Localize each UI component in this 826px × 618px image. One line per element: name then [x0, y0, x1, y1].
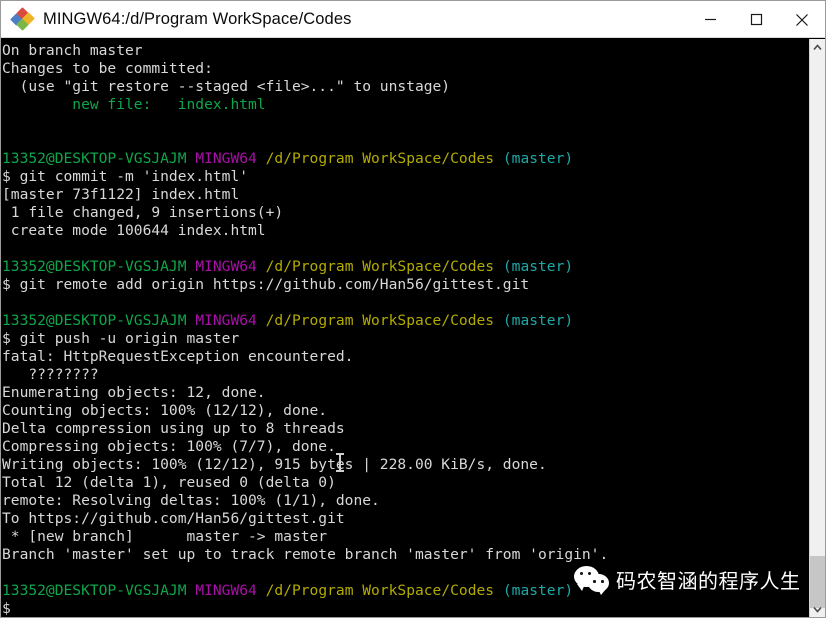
- terminal-text-segment: 1 file changed, 9 insertions(+): [2, 204, 284, 221]
- terminal-line: 13352@DESKTOP-VGSJAJM MINGW64 /d/Program…: [2, 312, 811, 330]
- terminal-line: $: [2, 600, 811, 617]
- terminal-line: 13352@DESKTOP-VGSJAJM MINGW64 /d/Program…: [2, 582, 811, 600]
- terminal-line: (use "git restore --staged <file>..." to…: [2, 78, 811, 96]
- terminal-line: 1 file changed, 9 insertions(+): [2, 204, 811, 222]
- terminal-text-segment: $ git commit -m 'index.html': [2, 168, 249, 185]
- terminal-text-segment: (master): [502, 582, 574, 599]
- terminal-text-segment: Changes to be committed:: [2, 60, 213, 77]
- terminal-text-segment: Enumerating objects: 12, done.: [2, 384, 266, 401]
- terminal-text-segment: /d/Program WorkSpace/Codes: [265, 150, 495, 167]
- maximize-icon[interactable]: [733, 1, 779, 38]
- terminal-text-segment: $ git remote add origin https://github.c…: [2, 276, 530, 293]
- terminal-lines: On branch master Changes to be committed:…: [2, 42, 811, 617]
- terminal-line: remote: Resolving deltas: 100% (1/1), do…: [2, 492, 811, 510]
- terminal-line: To https://github.com/Han56/gittest.git: [2, 510, 811, 528]
- terminal-text-segment: 13352@DESKTOP-VGSJAJM: [2, 312, 187, 329]
- terminal-text-segment: MINGW64: [195, 582, 257, 599]
- terminal-line: Branch 'master' set up to track remote b…: [2, 546, 811, 564]
- terminal-text-segment: $ git push -u origin master: [2, 330, 240, 347]
- scrollbar-track[interactable]: [810, 56, 825, 608]
- terminal-text-segment: $: [2, 600, 11, 617]
- terminal-text-segment: * [new branch] master -> master: [2, 528, 328, 545]
- terminal-window: MINGW64:/d/Program WorkSpace/Codes On br…: [0, 0, 826, 618]
- terminal-text-segment: Branch 'master' set up to track remote b…: [2, 546, 609, 563]
- git-bash-diamonds-icon: [10, 7, 35, 31]
- terminal-text-segment: ????????: [2, 366, 99, 383]
- terminal-text-segment: Delta compression using up to 8 threads: [2, 420, 345, 437]
- terminal-text-segment: (master): [502, 258, 574, 275]
- terminal-text-segment: Compressing objects: 100% (7/7), done.: [2, 438, 336, 455]
- terminal-text-segment: [master 73f1122] index.html: [2, 186, 240, 203]
- terminal-text-segment: (master): [502, 312, 574, 329]
- terminal-text-segment: /d/Program WorkSpace/Codes: [265, 582, 495, 599]
- terminal-text-segment: 13352@DESKTOP-VGSJAJM: [2, 582, 187, 599]
- terminal-line: Writing objects: 100% (12/12), 915 bytes…: [2, 456, 811, 474]
- window-title: MINGW64:/d/Program WorkSpace/Codes: [43, 9, 352, 28]
- vertical-scrollbar[interactable]: [809, 39, 825, 617]
- terminal-line: $ git commit -m 'index.html': [2, 168, 811, 186]
- chevron-up-icon[interactable]: [810, 39, 825, 56]
- terminal-text-segment: 13352@DESKTOP-VGSJAJM: [2, 150, 187, 167]
- terminal-line: 13352@DESKTOP-VGSJAJM MINGW64 /d/Program…: [2, 258, 811, 276]
- terminal-text-segment: create mode 100644 index.html: [2, 222, 266, 239]
- terminal-text-segment: MINGW64: [195, 312, 257, 329]
- terminal-line: Compressing objects: 100% (7/7), done.: [2, 438, 811, 456]
- terminal-output-area[interactable]: On branch master Changes to be committed:…: [1, 39, 811, 617]
- terminal-text-segment: Total 12 (delta 1), reused 0 (delta 0): [2, 474, 336, 491]
- terminal-line: 13352@DESKTOP-VGSJAJM MINGW64 /d/Program…: [2, 150, 811, 168]
- terminal-text-segment: (master): [502, 150, 574, 167]
- terminal-text-segment: /d/Program WorkSpace/Codes: [265, 312, 495, 329]
- terminal-text-segment: To https://github.com/Han56/gittest.git: [2, 510, 345, 527]
- terminal-text-segment: MINGW64: [195, 150, 257, 167]
- terminal-line: Counting objects: 100% (12/12), done.: [2, 402, 811, 420]
- terminal-line: ????????: [2, 366, 811, 384]
- terminal-line: $ git push -u origin master: [2, 330, 811, 348]
- terminal-text-segment: Counting objects: 100% (12/12), done.: [2, 402, 328, 419]
- terminal-line: create mode 100644 index.html: [2, 222, 811, 240]
- terminal-text-segment: new file: index.html: [2, 96, 266, 113]
- terminal-line: On branch master: [2, 42, 811, 60]
- terminal-line: new file: index.html: [2, 96, 811, 114]
- terminal-text-segment: (use "git restore --staged <file>..." to…: [2, 78, 451, 95]
- text-cursor-icon: [336, 453, 344, 472]
- terminal-text-segment: Writing objects: 100% (12/12), 915 bytes…: [2, 456, 547, 473]
- terminal-line: * [new branch] master -> master: [2, 528, 811, 546]
- minimize-icon[interactable]: [687, 1, 733, 38]
- terminal-text-segment: 13352@DESKTOP-VGSJAJM: [2, 258, 187, 275]
- terminal-line: [master 73f1122] index.html: [2, 186, 811, 204]
- title-bar[interactable]: MINGW64:/d/Program WorkSpace/Codes: [1, 1, 825, 38]
- terminal-text-segment: fatal: HttpRequestException encountered.: [2, 348, 354, 365]
- terminal-line: Enumerating objects: 12, done.: [2, 384, 811, 402]
- terminal-line: fatal: HttpRequestException encountered.: [2, 348, 811, 366]
- terminal-text-segment: MINGW64: [195, 258, 257, 275]
- terminal-text-segment: /d/Program WorkSpace/Codes: [265, 258, 495, 275]
- terminal-text-segment: On branch master: [2, 42, 143, 59]
- terminal-line: Delta compression using up to 8 threads: [2, 420, 811, 438]
- terminal-line: Changes to be committed:: [2, 60, 811, 78]
- close-icon[interactable]: [779, 1, 825, 38]
- window-controls: [687, 1, 825, 38]
- terminal-line: Total 12 (delta 1), reused 0 (delta 0): [2, 474, 811, 492]
- terminal-text-segment: remote: Resolving deltas: 100% (1/1), do…: [2, 492, 380, 509]
- terminal-line: $ git remote add origin https://github.c…: [2, 276, 811, 294]
- chevron-down-icon[interactable]: [810, 601, 825, 617]
